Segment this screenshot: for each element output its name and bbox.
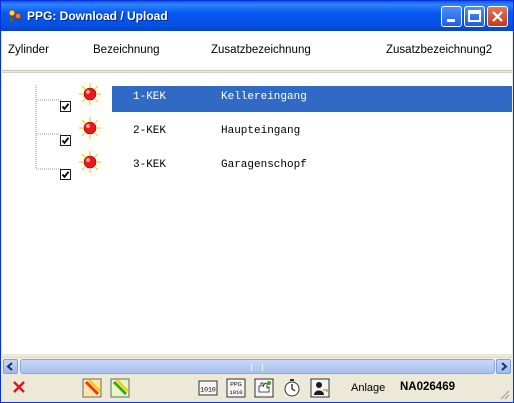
ppg-binary-icon[interactable]: PPG 1010 (226, 378, 246, 398)
binary-icon[interactable]: 1010 (198, 378, 218, 398)
download-icon[interactable] (82, 378, 102, 398)
red-bulb-icon (79, 117, 101, 139)
row-code-3: 3-KEK (133, 159, 167, 171)
resize-grip-icon[interactable] (498, 388, 510, 400)
scroll-thumb[interactable] (20, 359, 495, 374)
column-header: Zylinder Bezeichnung Zusatzbezeichnung Z… (2, 31, 512, 71)
app-icon (8, 9, 22, 22)
tree-row-1[interactable]: 1-KEK Kellereingang (2, 83, 512, 112)
column-header-zusatzbezeichnung[interactable]: Zusatzbezeichnung (211, 44, 311, 56)
title-bar[interactable]: PPG: Download / Upload (1, 1, 513, 31)
row-checkbox-3[interactable] (60, 169, 71, 180)
red-bulb-icon (79, 83, 101, 105)
scroll-right-button[interactable] (496, 359, 511, 374)
maximize-button[interactable] (464, 6, 485, 27)
close-button[interactable] (487, 6, 508, 27)
svg-text:1010: 1010 (200, 387, 216, 394)
checkmark-icon (61, 171, 70, 179)
checkmark-icon (61, 137, 70, 145)
chevron-left-icon (6, 362, 13, 371)
row-name-2: Haupteingang (221, 125, 301, 137)
anlage-value: NA026469 (400, 381, 455, 393)
person-key-icon[interactable] (310, 378, 330, 398)
delete-icon[interactable] (12, 380, 26, 394)
minimize-icon (447, 19, 455, 22)
app-window: PPG: Download / Upload Zylinder Bezeichn… (0, 0, 514, 403)
timer-icon[interactable] (282, 378, 302, 398)
row-code-2: 2-KEK (133, 125, 167, 137)
row-code-1: 1-KEK (133, 91, 167, 103)
hand-key-icon[interactable] (254, 378, 274, 398)
window-title: PPG: Download / Upload (27, 9, 168, 23)
maximize-icon (468, 10, 481, 22)
cylinder-tree: 1-KEK Kellereingang 2-KEK Haupteingang 3… (2, 72, 512, 354)
tree-row-2[interactable]: 2-KEK Haupteingang (2, 117, 512, 146)
anlage-label: Anlage (351, 382, 386, 394)
checkmark-icon (61, 103, 70, 111)
column-header-bezeichnung[interactable]: Bezeichnung (93, 44, 160, 56)
column-header-zylinder[interactable]: Zylinder (8, 44, 49, 56)
row-checkbox-2[interactable] (60, 135, 71, 146)
chevron-right-icon (501, 362, 508, 371)
red-bulb-icon (79, 151, 101, 173)
svg-text:PPG: PPG (230, 382, 242, 388)
scroll-left-button[interactable] (3, 359, 18, 374)
horizontal-scrollbar[interactable] (2, 357, 512, 374)
row-name-1: Kellereingang (221, 91, 307, 103)
row-checkbox-1[interactable] (60, 101, 71, 112)
bottom-toolbar: 1010 PPG 1010 Anlage NA026469 (2, 374, 512, 402)
upload-icon[interactable] (110, 378, 130, 398)
row-name-3: Garagenschopf (221, 159, 307, 171)
column-header-zusatzbezeichnung2[interactable]: Zusatzbezeichnung2 (386, 44, 492, 56)
svg-text:1010: 1010 (229, 389, 242, 396)
minimize-button[interactable] (441, 6, 462, 27)
close-icon (492, 11, 503, 22)
tree-row-3[interactable]: 3-KEK Garagenschopf (2, 151, 512, 180)
